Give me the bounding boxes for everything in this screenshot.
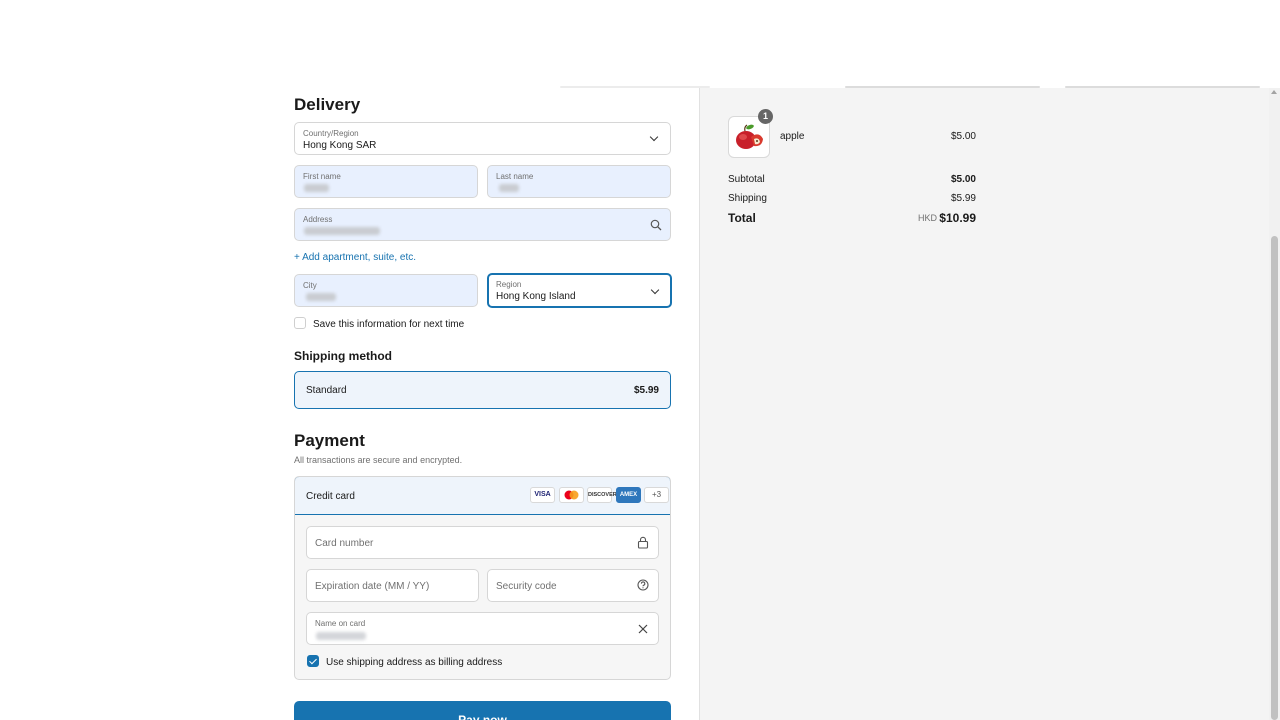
shipping-row: Shipping $5.99	[728, 193, 976, 204]
total-label: Total	[728, 211, 756, 225]
region-value: Hong Kong Island	[496, 291, 576, 302]
mastercard-icon	[559, 487, 584, 503]
expiration-placeholder: Expiration date (MM / YY)	[315, 581, 430, 592]
save-info-checkbox[interactable]	[294, 317, 306, 329]
visa-icon: VISA	[530, 487, 555, 503]
payment-subtitle: All transactions are secure and encrypte…	[294, 455, 463, 465]
subtotal-value: $5.00	[950, 174, 976, 185]
name-on-card-label: Name on card	[315, 619, 366, 628]
last-name-field[interactable]: Last name	[487, 165, 671, 198]
country-label: Country/Region	[303, 129, 359, 138]
card-number-placeholder: Card number	[315, 538, 374, 549]
region-select[interactable]: Region Hong Kong Island	[487, 273, 672, 308]
expiration-field[interactable]: Expiration date (MM / YY)	[306, 569, 479, 602]
scrollbar-thumb[interactable]	[1271, 236, 1278, 720]
quantity-badge: 1	[758, 109, 773, 124]
redacted-value	[306, 293, 336, 301]
security-code-placeholder: Security code	[496, 581, 557, 592]
add-apartment-link[interactable]: + Add apartment, suite, etc.	[294, 252, 416, 263]
checkout-page: 1 apple $5.00 Subtotal $5.00 Shipping $5…	[0, 0, 1280, 720]
first-name-field[interactable]: First name	[294, 165, 478, 198]
last-name-label: Last name	[496, 172, 534, 181]
chevron-down-icon	[650, 285, 660, 295]
credit-card-option[interactable]: Credit card VISA DISCOVER AMEX +3	[295, 477, 670, 515]
shipping-option-standard[interactable]: Standard $5.99	[294, 371, 671, 409]
help-icon[interactable]	[637, 579, 649, 591]
redacted-value	[499, 184, 519, 192]
header-divider	[560, 86, 1280, 88]
discover-icon: DISCOVER	[587, 487, 617, 503]
shipping-label: Shipping	[728, 193, 767, 204]
security-code-field[interactable]: Security code	[487, 569, 659, 602]
country-select[interactable]: Country/Region Hong Kong SAR	[294, 122, 671, 155]
name-on-card-field[interactable]: Name on card	[306, 612, 659, 645]
billing-same-checkbox[interactable]	[307, 655, 319, 667]
shipping-option-name: Standard	[306, 385, 347, 396]
total-row: Total HKD $10.99	[728, 211, 976, 225]
search-icon[interactable]	[650, 219, 662, 231]
clear-icon[interactable]	[638, 624, 648, 634]
lock-icon	[637, 536, 649, 549]
scroll-up-icon[interactable]	[1271, 90, 1277, 94]
payment-box: Credit card VISA DISCOVER AMEX +3 Card n…	[294, 476, 671, 680]
redacted-value	[304, 227, 380, 235]
subtotal-row: Subtotal $5.00	[728, 174, 976, 185]
shipping-value: $5.99	[950, 193, 976, 204]
shipping-option-price: $5.99	[633, 385, 659, 396]
save-info-label: Save this information for next time	[313, 319, 465, 330]
subtotal-label: Subtotal	[728, 174, 765, 185]
payment-heading: Payment	[294, 431, 365, 450]
address-label: Address	[303, 215, 333, 224]
product-thumbnail: 1	[728, 109, 773, 158]
country-value: Hong Kong SAR	[303, 140, 377, 151]
redacted-value	[304, 184, 329, 192]
address-field[interactable]: Address	[294, 208, 671, 241]
card-brands: VISA DISCOVER AMEX +3	[530, 487, 669, 503]
region-label: Region	[496, 280, 522, 289]
more-cards-badge: +3	[644, 487, 669, 503]
item-price: $5.00	[950, 131, 976, 142]
scrollbar[interactable]	[1269, 88, 1280, 720]
redacted-value	[316, 632, 366, 640]
first-name-label: First name	[303, 172, 341, 181]
card-number-field[interactable]: Card number	[306, 526, 659, 559]
city-field[interactable]: City	[294, 274, 478, 307]
delivery-heading: Delivery	[294, 95, 361, 114]
pay-now-button[interactable]: Pay now	[294, 701, 671, 720]
credit-card-label: Credit card	[306, 491, 355, 502]
item-name: apple	[780, 131, 805, 142]
line-item: 1 apple $5.00	[728, 109, 976, 158]
amex-icon: AMEX	[616, 487, 641, 503]
chevron-down-icon	[649, 132, 659, 142]
billing-same-label: Use shipping address as billing address	[326, 657, 503, 668]
city-label: City	[303, 281, 317, 290]
shipping-method-heading: Shipping method	[294, 349, 392, 363]
total-value: $10.99	[939, 211, 976, 225]
total-currency: HKD	[917, 213, 937, 223]
